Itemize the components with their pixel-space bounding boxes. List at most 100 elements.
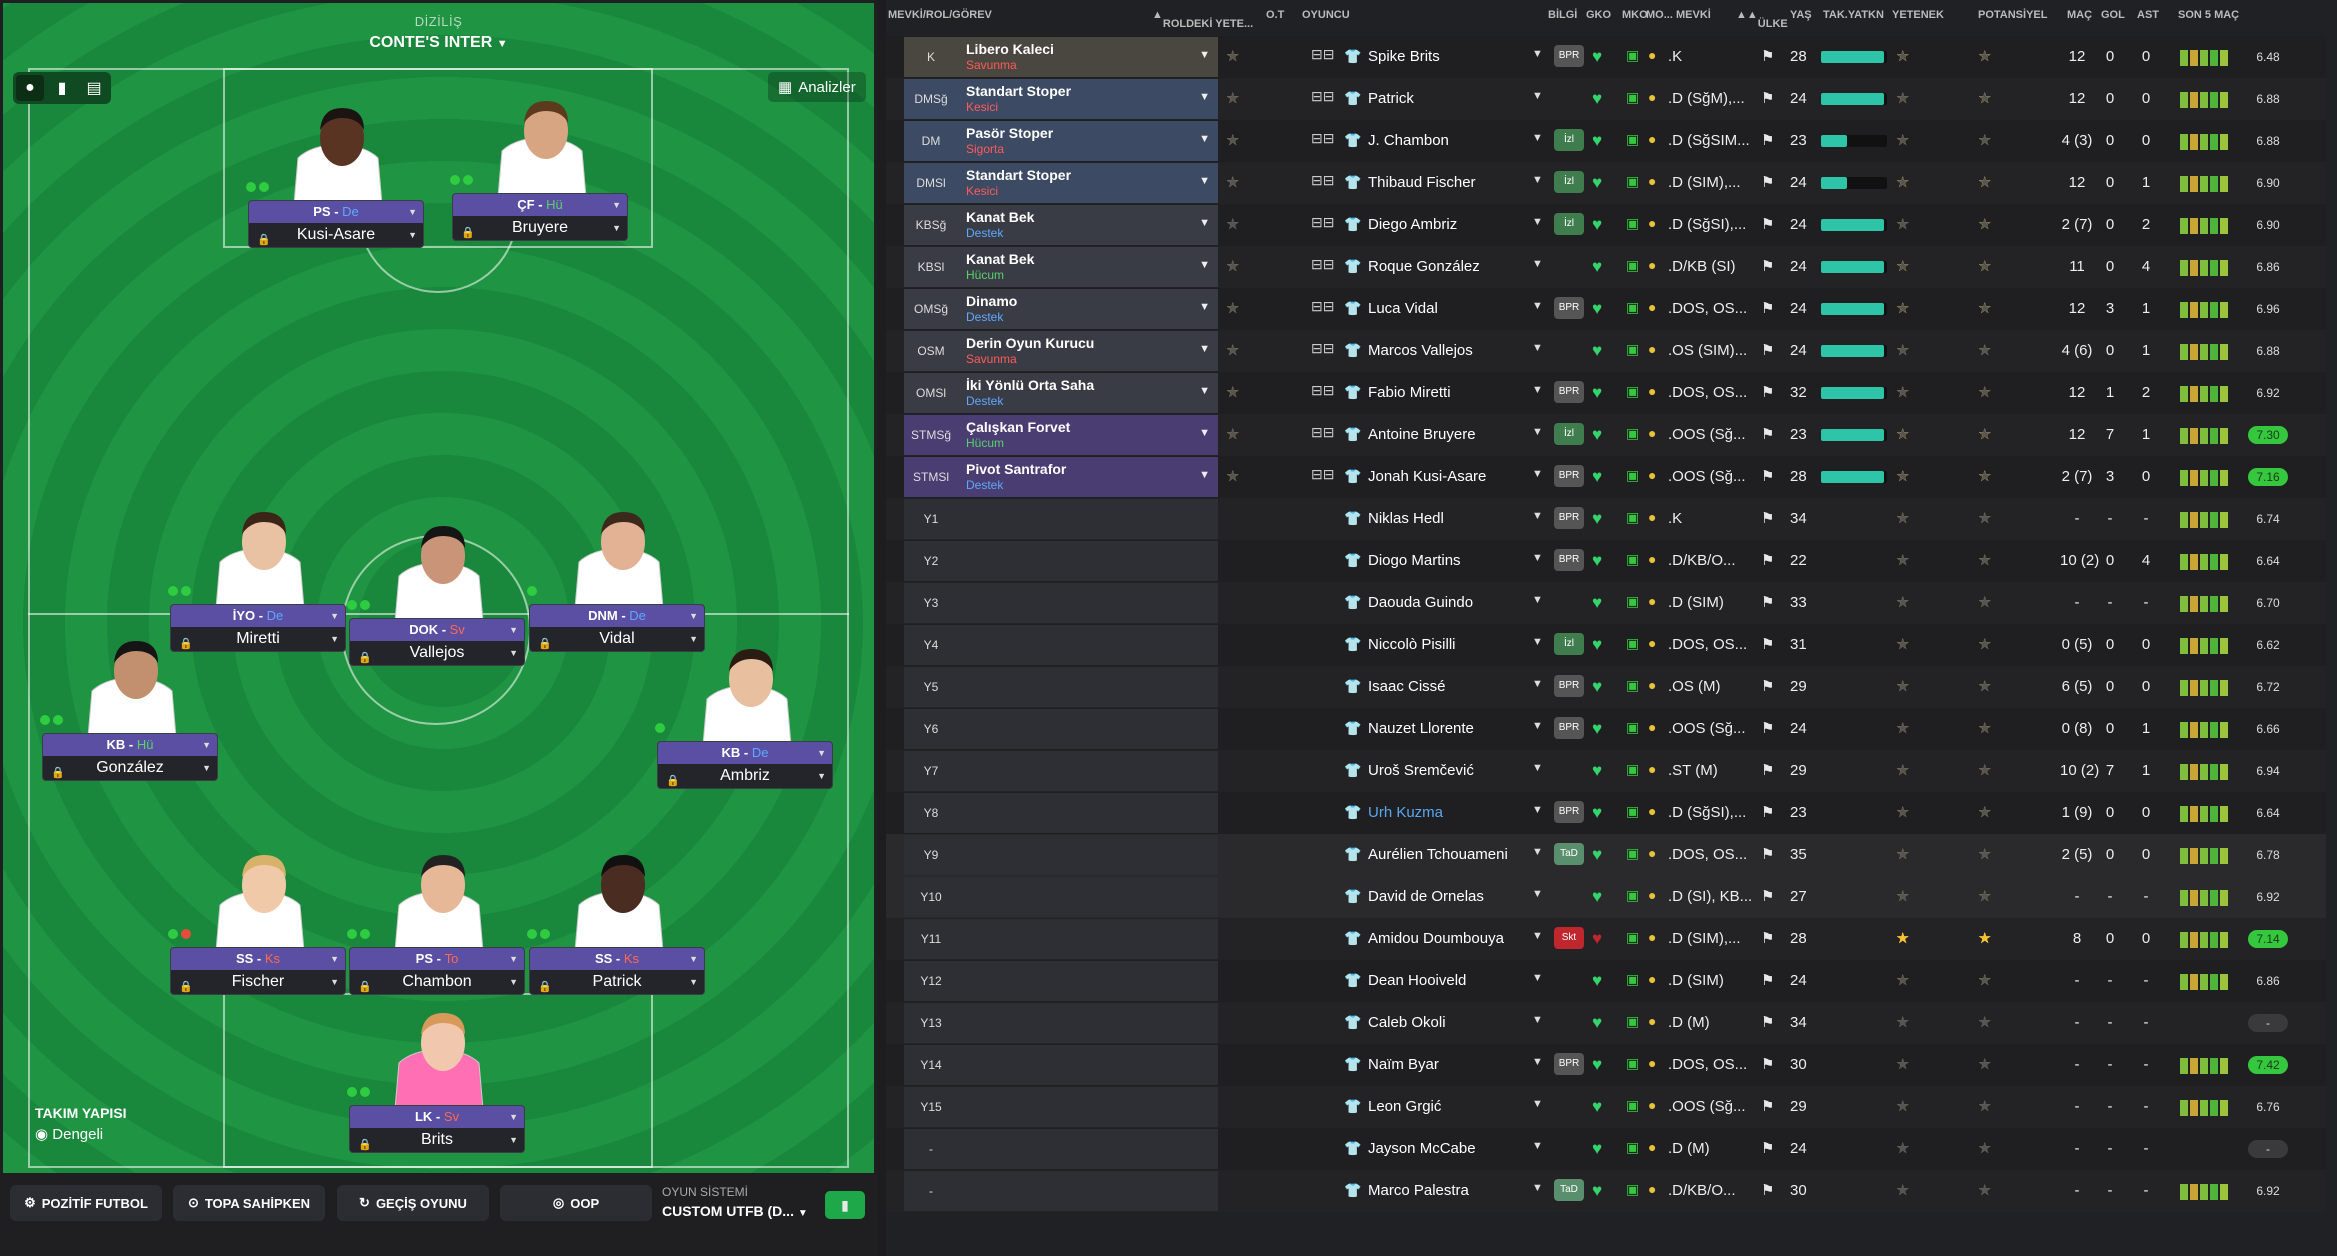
chevron-down-icon[interactable]: ▼ [1532,888,1543,900]
table-row[interactable]: OSM Derin Oyun Kurucu Savunma ▼ ★ ★ ★ ★ ★ ⊟⊟… [886,330,2326,372]
player-name[interactable]: Jonah Kusi-Asare [1368,468,1486,485]
info-badge[interactable]: Skt [1554,927,1584,949]
role-selector[interactable]: Standart Stoper Kesici ▼ [958,163,1218,203]
role-selector[interactable]: Libero Kaleci Savunma ▼ [958,37,1218,77]
player-name[interactable]: Caleb Okoli [1368,1014,1446,1031]
table-row[interactable]: KBSl Kanat Bek Hücum ▼ ★ ★ ★ ★ ★ ⊟⊟ 👕 Roque … [886,246,2326,288]
player-tag[interactable]: PS - De ▼ 🔒 Kusi-Asare ▼ [248,200,424,248]
player-name[interactable]: Niccolò Pisilli [1368,636,1456,653]
position-cell[interactable]: KBSğ [904,205,958,245]
position-cell[interactable]: Y9 [904,835,958,875]
table-row[interactable]: Y13 👕 Caleb Okoli ▼ ♥ ▣ ● .D (M) ⚑ 34 ★ ★… [886,1002,2326,1044]
table-row[interactable]: STMSl Pivot Santrafor Destek ▼ ★ ★ ★ ★ ★ ⊟⊟ … [886,456,2326,498]
role-selector[interactable]: İki Yönlü Orta Saha Destek ▼ [958,373,1218,413]
col-apps[interactable]: MAÇ [2067,9,2092,21]
role-selector[interactable]: Pivot Santrafor Destek ▼ [958,457,1218,497]
info-badge[interactable]: BPR [1554,675,1584,697]
table-row[interactable]: Y2 👕 Diogo Martins ▼ BPR ♥ ▣ ● .D/KB/O..… [886,540,2326,582]
chevron-down-icon[interactable]: ▼ [1532,300,1543,312]
chevron-down-icon[interactable]: ▼ [1532,132,1543,144]
table-row[interactable]: OMSl İki Yönlü Orta Saha Destek ▼ ★ ★ ★ ★ ★ … [886,372,2326,414]
ot-icon[interactable]: ⊟⊟ [1311,172,1334,189]
chevron-down-icon[interactable]: ▼ [1532,594,1543,606]
player-name[interactable]: Fabio Miretti [1368,384,1451,401]
table-row[interactable]: KBSğ Kanat Bek Destek ▼ ★ ★ ★ ★ ★ ⊟⊟ 👕 Diego… [886,204,2326,246]
col-country[interactable]: ▲▲ ÜLKE [1736,9,1788,30]
col-mevki[interactable]: MEVKİ [1676,9,1711,21]
col-gko[interactable]: GKO [1586,9,1611,21]
player-name[interactable]: Daouda Guindo [1368,594,1473,611]
chevron-down-icon[interactable]: ▼ [1532,342,1543,354]
position-cell[interactable]: Y3 [904,583,958,623]
formation-caption[interactable]: DİZİLİŞ CONTE'S INTER ▼ [0,14,877,52]
player-name[interactable]: Antoine Bruyere [1368,426,1476,443]
position-cell[interactable]: KBSl [904,247,958,287]
table-row[interactable]: Y4 👕 Niccolò Pisilli ▼ İzl ♥ ▣ ● .DOS, O… [886,624,2326,666]
table-row[interactable]: Y7 👕 Uroš Sremčević ▼ ♥ ▣ ● .ST (M) ⚑ 29… [886,750,2326,792]
position-cell[interactable]: OSM [904,331,958,371]
table-row[interactable]: - 👕 Jayson McCabe ▼ ♥ ▣ ● .D (M) ⚑ 24 ★ ★… [886,1128,2326,1170]
player-role[interactable]: DNM - De ▼ [530,605,704,627]
ot-icon[interactable]: ⊟⊟ [1311,340,1334,357]
chevron-down-icon[interactable]: ▼ [1532,1098,1543,1110]
table-row[interactable]: Y14 👕 Naïm Byar ▼ BPR ♥ ▣ ● .DOS, OS... … [886,1044,2326,1086]
ot-icon[interactable]: ⊟⊟ [1311,256,1334,273]
chevron-down-icon[interactable]: ▼ [1532,384,1543,396]
info-badge[interactable]: BPR [1554,465,1584,487]
ot-icon[interactable]: ⊟⊟ [1311,130,1334,147]
position-cell[interactable]: Y10 [904,877,958,917]
col-mo[interactable]: MO... [1646,9,1673,21]
col-potential[interactable]: POTANSİYEL [1978,9,2047,21]
transition-button[interactable]: ↻ GEÇİŞ OYUNU [337,1185,489,1221]
chevron-down-icon[interactable]: ▼ [1532,762,1543,774]
table-row[interactable]: K Libero Kaleci Savunma ▼ ★ ★ ★ ★ ★ ⊟⊟ 👕 Spi… [886,36,2326,78]
player-name[interactable]: Amidou Doumbouya [1368,930,1504,947]
chevron-down-icon[interactable]: ▼ [1532,468,1543,480]
player-name[interactable]: Diogo Martins [1368,552,1461,569]
player-tag[interactable]: DNM - De ▼ 🔒 Vidal ▼ [529,604,705,652]
table-row[interactable]: Y3 👕 Daouda Guindo ▼ ♥ ▣ ● .D (SIM) ⚑ 33… [886,582,2326,624]
col-fit[interactable]: TAK.YATKN [1823,9,1884,21]
chevron-down-icon[interactable]: ▼ [1532,552,1543,564]
player-tag[interactable]: ÇF - Hü ▼ 🔒 Bruyere ▼ [452,193,628,241]
chevron-down-icon[interactable]: ▼ [1532,804,1543,816]
table-row[interactable]: Y6 👕 Nauzet Llorente ▼ BPR ♥ ▣ ● .OOS (S… [886,708,2326,750]
role-selector[interactable]: Kanat Bek Hücum ▼ [958,247,1218,287]
position-cell[interactable]: DM [904,121,958,161]
chevron-down-icon[interactable]: ▼ [1532,1056,1543,1068]
player-name[interactable]: Luca Vidal [1368,300,1438,317]
player-name[interactable]: Niklas Hedl [1368,510,1444,527]
ot-icon[interactable]: ⊟⊟ [1311,466,1334,483]
player-role[interactable]: ÇF - Hü ▼ [453,194,627,216]
col-ot[interactable]: O.T [1266,9,1284,21]
table-row[interactable]: OMSğ Dinamo Destek ▼ ★ ★ ★ ★ ★ ⊟⊟ 👕 Luca Vid… [886,288,2326,330]
player-role[interactable]: DOK - Sv ▼ [350,619,524,641]
chevron-down-icon[interactable]: ▼ [1532,90,1543,102]
player-name[interactable]: J. Chambon [1368,132,1449,149]
player-name[interactable]: Marco Palestra [1368,1182,1469,1199]
system-confirm-button[interactable]: ▮ [825,1191,865,1219]
position-cell[interactable]: Y8 [904,793,958,833]
info-badge[interactable]: TaD [1554,1179,1584,1201]
position-cell[interactable]: Y12 [904,961,958,1001]
col-role-ability[interactable]: ▲ ROLDEKİ YETE... [1152,9,1253,30]
position-cell[interactable]: STMSl [904,457,958,497]
col-last5[interactable]: SON 5 MAÇ [2178,9,2239,21]
col-goals[interactable]: GOL [2101,9,2125,21]
col-assists[interactable]: AST [2137,9,2159,21]
player-name[interactable]: Isaac Cissé [1368,678,1446,695]
player-role[interactable]: PS - To ▼ [350,948,524,970]
table-row[interactable]: Y10 👕 David de Ornelas ▼ ♥ ▣ ● .D (SI), … [886,876,2326,918]
info-badge[interactable]: BPR [1554,297,1584,319]
role-selector[interactable]: Çalışkan Forvet Hücum ▼ [958,415,1218,455]
position-cell[interactable]: Y5 [904,667,958,707]
position-cell[interactable]: OMSğ [904,289,958,329]
player-name[interactable]: Urh Kuzma [1368,804,1443,821]
positive-football-button[interactable]: ⚙ POZİTİF FUTBOL [10,1185,162,1221]
table-row[interactable]: Y1 👕 Niklas Hedl ▼ BPR ♥ ▣ ● .K ⚑ 34 ★ ★ ★… [886,498,2326,540]
ot-icon[interactable]: ⊟⊟ [1311,382,1334,399]
player-tag[interactable]: İYO - De ▼ 🔒 Miretti ▼ [170,604,346,652]
analyze-button[interactable]: ▦ Analizler [768,72,866,102]
player-tag[interactable]: SS - Ks ▼ 🔒 Fischer ▼ [170,947,346,995]
role-selector[interactable]: Derin Oyun Kurucu Savunma ▼ [958,331,1218,371]
